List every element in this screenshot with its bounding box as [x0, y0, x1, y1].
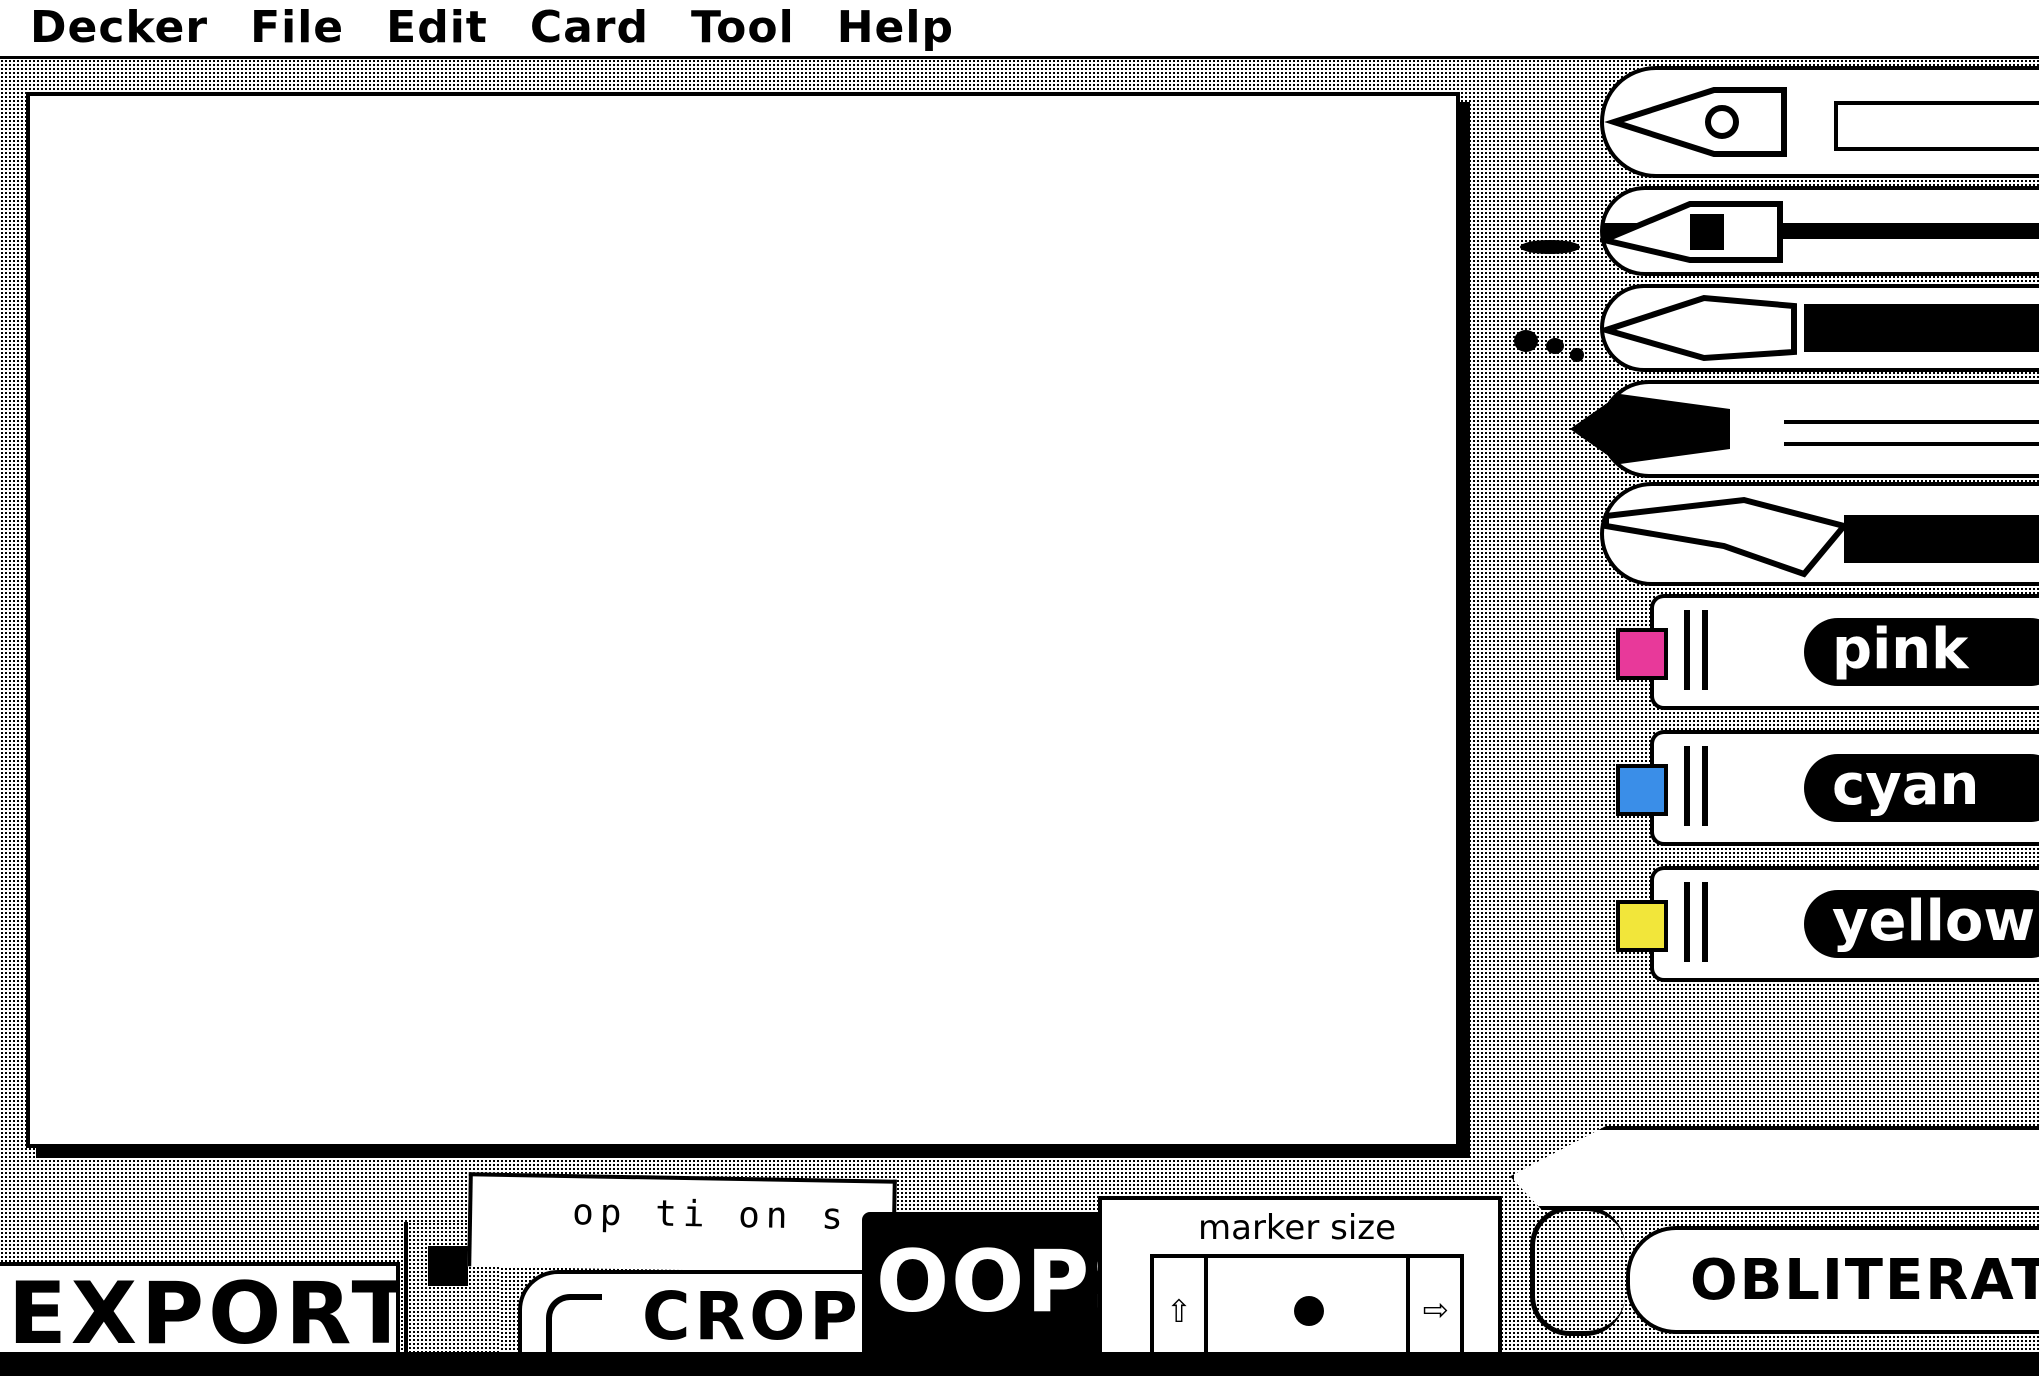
marker-label-cyan: cyan	[1804, 754, 2039, 822]
flap-square-icon	[428, 1246, 468, 1286]
marker-label-yellow: yellow	[1804, 890, 2039, 958]
options-tab[interactable]: op ti on s	[467, 1172, 897, 1274]
crop-button[interactable]: CROP	[518, 1270, 878, 1376]
export-button[interactable]: EXPORT	[0, 1262, 400, 1352]
ink-splatter	[1546, 338, 1564, 354]
menu-decker[interactable]: Decker	[30, 0, 208, 56]
marker-yellow[interactable]: yellow	[1616, 866, 2039, 982]
marker-band	[1702, 746, 1708, 826]
marker-size-panel: marker size ⇧ ⇨	[1098, 1196, 1502, 1356]
fountain-pen-nib-icon	[1604, 87, 1787, 157]
marker-band	[1684, 610, 1690, 690]
marker-cap-pink	[1616, 628, 1668, 680]
marker-cap-cyan	[1616, 764, 1668, 816]
menu-help[interactable]: Help	[837, 0, 954, 56]
brush-bristles-icon	[1570, 394, 1730, 464]
marker-band	[1684, 746, 1690, 826]
fountain-pen-icon[interactable]	[1600, 66, 2039, 178]
menu-edit[interactable]: Edit	[386, 0, 488, 56]
eraser-icon[interactable]	[1510, 1126, 2039, 1210]
arrow-right-icon[interactable]: ⇨	[1406, 1258, 1460, 1356]
cord-icon	[1530, 1206, 1625, 1336]
pencil-tip-icon	[1600, 201, 1783, 263]
ink-splatter	[1570, 348, 1584, 362]
ink-pen-icon[interactable]	[1600, 284, 2039, 372]
menu-tool[interactable]: Tool	[691, 0, 795, 56]
marker-band	[1702, 610, 1708, 690]
marker-label-pink: pink	[1804, 618, 2039, 686]
ink-splatter	[1514, 330, 1538, 352]
crop-label: CROP	[642, 1278, 862, 1355]
paintbrush-icon[interactable]	[1570, 380, 2039, 478]
ink-pen-tip-icon	[1604, 294, 1797, 362]
marker-cyan[interactable]: cyan	[1616, 730, 2039, 846]
crop-icon	[546, 1294, 602, 1376]
arrow-left-icon[interactable]: ⇧	[1154, 1258, 1208, 1356]
airbrush-icon[interactable]	[1600, 482, 2039, 586]
menu-card[interactable]: Card	[530, 0, 649, 56]
drawing-canvas[interactable]	[26, 92, 1460, 1148]
obliterate-label: OBLITERATE!	[1690, 1248, 2039, 1313]
ink-splatter	[1520, 240, 1580, 254]
airbrush-nozzle-icon	[1604, 496, 1850, 578]
marker-pink[interactable]: pink	[1616, 594, 2039, 710]
size-preview-dot	[1294, 1296, 1324, 1326]
menu-bar: Decker File Edit Card Tool Help	[0, 0, 2039, 59]
menu-file[interactable]: File	[250, 0, 344, 56]
pencil-icon[interactable]	[1600, 186, 2039, 276]
marker-band	[1702, 882, 1708, 962]
marker-band	[1684, 882, 1690, 962]
marker-size-control: ⇧ ⇨	[1150, 1254, 1464, 1356]
marker-size-label: marker size	[1198, 1208, 1397, 1248]
obliterate-button[interactable]: OBLITERATE!	[1626, 1226, 2039, 1334]
marker-cap-yellow	[1616, 900, 1668, 952]
options-label: op ti on s	[571, 1192, 850, 1238]
